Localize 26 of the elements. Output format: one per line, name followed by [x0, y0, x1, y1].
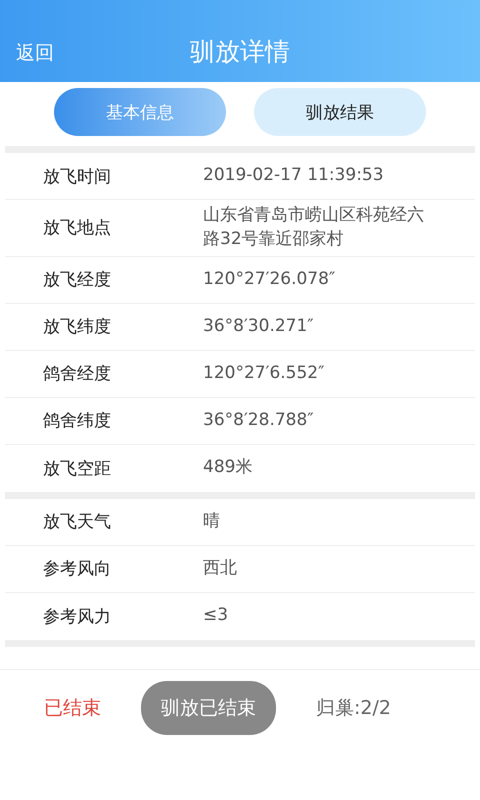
field-label: 放飞天气	[42, 511, 112, 534]
field-label: 参考风力	[42, 606, 112, 628]
field-label: 放飞纬度	[42, 316, 112, 338]
field-value: 2019-02-17 11:39:53	[203, 164, 385, 188]
field-value: 36°8′28.788″	[203, 408, 315, 432]
field-label: 放飞经度	[42, 269, 112, 292]
field-value: 120°27′26.078″	[203, 268, 336, 291]
field-value: 489米	[203, 456, 254, 480]
tab[interactable]: 驯放结果	[254, 88, 426, 136]
field-label: 参考风向	[42, 558, 112, 580]
back-link[interactable]: 返回	[16, 40, 54, 66]
field-label: 放飞地点	[42, 217, 112, 240]
return-count: 归巢:2/2	[316, 696, 391, 721]
field-value: 120°27′6.552″	[203, 362, 326, 385]
field-value: 西北	[203, 556, 238, 580]
field-value: ≤3	[203, 604, 230, 628]
field-label: 鸽舍经度	[42, 363, 112, 386]
field-value: 晴	[203, 510, 221, 533]
field-value: 山东省青岛市崂山区科苑经六路32号靠近邵家村	[203, 204, 425, 251]
field-value: 36°8′30.271″	[203, 314, 315, 338]
field-label: 放飞空距	[42, 458, 112, 480]
page-title: 驯放详情	[190, 36, 290, 68]
tab[interactable]: 基本信息	[54, 88, 226, 136]
status-text: 已结束	[44, 696, 101, 721]
field-label: 鸽舍纬度	[42, 410, 112, 432]
field-label: 放飞时间	[42, 166, 112, 188]
